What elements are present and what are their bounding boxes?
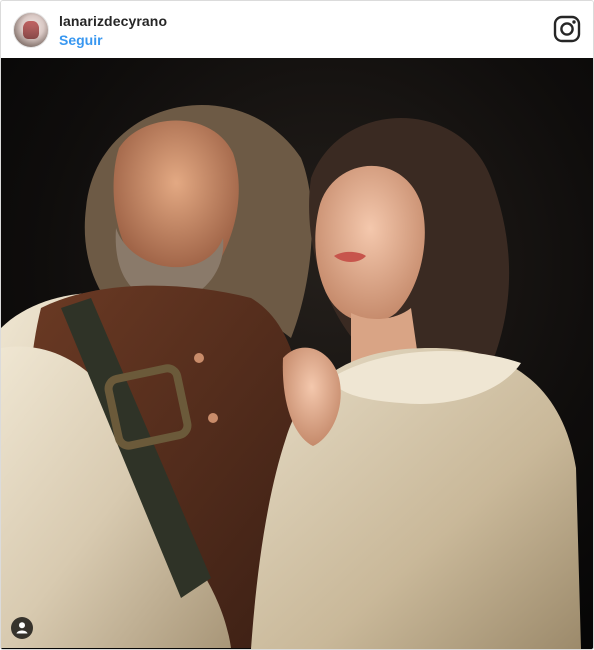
instagram-logo-icon[interactable] [553,15,581,43]
photo-illustration [1,58,593,649]
follow-button[interactable]: Seguir [59,32,103,48]
username[interactable]: lanarizdecyrano [59,13,167,29]
user-tag-icon[interactable] [11,617,33,639]
instagram-embed: lanarizdecyrano Seguir [0,0,594,650]
user-tag-glyph [16,622,28,634]
post-photo[interactable] [1,58,593,649]
post-header: lanarizdecyrano Seguir [1,1,593,57]
profile-avatar[interactable] [13,12,49,48]
avatar-figure [23,21,39,39]
